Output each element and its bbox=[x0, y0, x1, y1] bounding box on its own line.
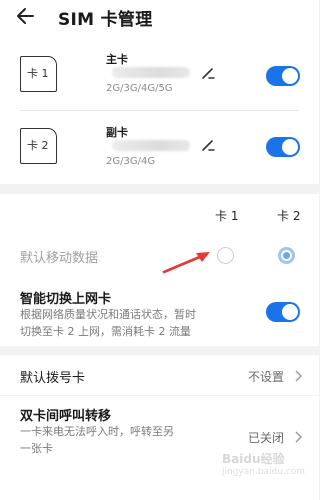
sim2-number-redacted bbox=[112, 140, 190, 151]
call-forwarding-title: 双卡间呼叫转移 bbox=[20, 409, 112, 424]
call-forwarding-desc-line2: 一张卡 bbox=[20, 442, 53, 455]
back-arrow-icon[interactable] bbox=[14, 4, 38, 28]
chevron-right-icon bbox=[295, 370, 302, 382]
sim1-toggle[interactable] bbox=[266, 66, 300, 86]
default-data-radio-sim2[interactable] bbox=[278, 247, 295, 264]
watermark-url: jingyan.baidu.com bbox=[222, 467, 306, 477]
default-dial-label: 默认拨号卡 bbox=[20, 371, 86, 386]
sim2-icon-label: 卡 2 bbox=[27, 139, 49, 152]
toggle-knob bbox=[282, 304, 298, 320]
column-header-sim2: 卡 2 bbox=[277, 209, 301, 223]
sim-card-icon: 卡 1 bbox=[20, 56, 57, 92]
chevron-right-icon bbox=[295, 431, 302, 443]
annotation-arrow bbox=[162, 252, 210, 274]
default-data-label: 默认移动数据 bbox=[20, 251, 99, 266]
page-title: SIM 卡管理 bbox=[58, 10, 153, 30]
smart-switch-title: 智能切换上网卡 bbox=[20, 292, 112, 307]
call-forwarding-description: 一卡来电无法呼入时，呼转至另 一张卡 bbox=[20, 423, 174, 457]
default-dial-value: 不设置 bbox=[248, 370, 285, 384]
sim-cards-section: 卡 1 主卡 2G/3G/4G/5G 卡 2 副卡 2G/3G/4G bbox=[0, 36, 319, 184]
smart-switch-toggle[interactable] bbox=[266, 302, 300, 322]
sim1-network: 2G/3G/4G/5G bbox=[106, 83, 173, 94]
column-header-sim1: 卡 1 bbox=[215, 209, 239, 223]
smart-switch-description: 根据网络质量状况和通话状态，暂时 切换至卡 2 上网，需消耗卡 2 流量 bbox=[20, 306, 196, 340]
edit-pencil-icon[interactable] bbox=[201, 66, 215, 80]
edit-pencil-icon[interactable] bbox=[201, 138, 215, 152]
sim2-toggle[interactable] bbox=[266, 137, 300, 157]
watermark-logo: Baidu经验 bbox=[222, 452, 285, 466]
divider bbox=[20, 110, 299, 111]
sim1-name: 主卡 bbox=[106, 53, 128, 66]
toggle-knob bbox=[282, 68, 298, 84]
call-forwarding-value: 已关闭 bbox=[248, 431, 285, 445]
call-forwarding-desc-line1: 一卡来电无法呼入时，呼转至另 bbox=[20, 425, 174, 438]
watermark: Baidu经验 jingyan.baidu.com bbox=[222, 450, 314, 496]
title-bar: SIM 卡管理 bbox=[0, 0, 319, 36]
sim1-icon-label: 卡 1 bbox=[27, 67, 49, 80]
sim1-number-redacted bbox=[112, 67, 190, 78]
sim2-name: 副卡 bbox=[106, 126, 128, 139]
smart-switch-desc-line2: 切换至卡 2 上网，需消耗卡 2 流量 bbox=[20, 325, 191, 338]
sim2-network: 2G/3G/4G bbox=[106, 156, 156, 167]
default-dial-row[interactable]: 默认拨号卡 不设置 bbox=[0, 355, 319, 395]
default-data-radio-sim1[interactable] bbox=[217, 247, 234, 264]
toggle-knob bbox=[282, 139, 298, 155]
smart-switch-desc-line1: 根据网络质量状况和通话状态，暂时 bbox=[20, 308, 196, 321]
sim-card-icon: 卡 2 bbox=[20, 128, 57, 164]
